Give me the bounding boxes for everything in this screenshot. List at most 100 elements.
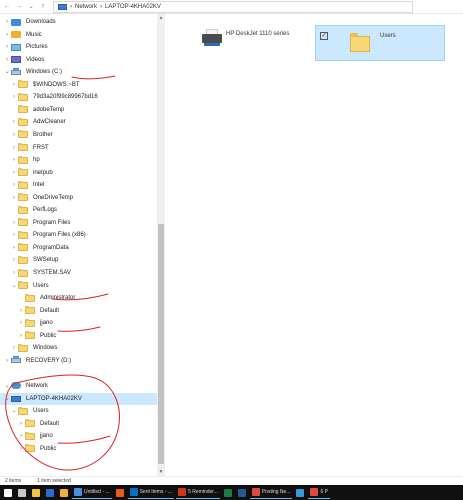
forward-button[interactable]: → (14, 2, 24, 12)
chevron-right-icon[interactable]: › (17, 418, 25, 430)
tree-item[interactable]: › SWSetup (0, 254, 157, 266)
chevron-right-icon[interactable]: › (10, 154, 18, 166)
tree-item[interactable]: › ProgramData (0, 242, 157, 254)
breadcrumb-network[interactable]: Network (75, 4, 97, 10)
folder-icon (25, 306, 35, 315)
back-button[interactable]: ← (2, 2, 12, 12)
chevron-right-icon[interactable] (10, 104, 18, 116)
item-checkbox[interactable]: ✓ (320, 32, 328, 40)
chevron-right-icon[interactable]: › (17, 305, 25, 317)
chevron-right-icon[interactable]: › (10, 192, 18, 204)
taskbar-button[interactable] (58, 486, 70, 499)
chevron-right-icon[interactable]: › (10, 254, 18, 266)
printer-item[interactable]: HP DeskJet 1110 series (202, 25, 302, 61)
chevron-right-icon[interactable]: › (3, 16, 11, 28)
tree-item[interactable]: › RECOVERY (D:) (0, 355, 157, 367)
tree-item[interactable]: › inetpub (0, 167, 157, 179)
chevron-right-icon[interactable]: › (3, 41, 11, 53)
taskbar-button[interactable] (16, 486, 28, 499)
tree-item[interactable]: › Videos (0, 54, 157, 66)
tree-item[interactable]: ⌄ Network (0, 380, 157, 392)
chevron-right-icon[interactable]: › (10, 79, 18, 91)
chevron-right-icon[interactable]: › (10, 179, 18, 191)
address-field[interactable]: › Network › LAPTOP-4KHA02KV (53, 1, 413, 13)
tree-item[interactable]: › $WINDOWS.~BT (0, 79, 157, 91)
tree-item-label: hp (33, 157, 40, 164)
taskbar-button[interactable] (30, 486, 42, 499)
chevron-down-icon[interactable]: ⌄ (3, 393, 11, 405)
tree-item[interactable]: › Windows (0, 342, 157, 354)
tree-item[interactable]: PerfLogs (0, 204, 157, 216)
chevron-right-icon[interactable]: › (10, 267, 18, 279)
navigation-scrollbar[interactable]: ▲ ▼ (157, 14, 165, 476)
scroll-down-arrow-icon[interactable]: ▼ (157, 468, 165, 476)
tree-item[interactable]: › jjano (0, 317, 157, 329)
tree-item[interactable]: adobeTemp (0, 104, 157, 116)
taskbar-button[interactable] (2, 486, 14, 499)
chevron-right-icon[interactable]: › (10, 229, 18, 241)
tree-item[interactable]: ⌄ Windows (C:) (0, 66, 157, 78)
taskbar-button[interactable] (44, 486, 56, 499)
taskbar-button[interactable]: 6 P (308, 486, 330, 499)
chevron-right-icon[interactable]: › (10, 242, 18, 254)
chevron-right-icon[interactable]: › (17, 317, 25, 329)
chevron-right-icon[interactable]: › (10, 91, 18, 103)
taskbar-button[interactable]: Posting Ne... (249, 486, 293, 499)
chevron-right-icon[interactable] (10, 204, 18, 216)
tree-item[interactable]: › Downloads (0, 16, 157, 28)
chevron-down-icon[interactable]: ⌄ (3, 380, 11, 392)
taskbar-button[interactable] (222, 486, 234, 499)
tree-item[interactable]: ⌄ LAPTOP-4KHA02KV (0, 392, 157, 405)
chevron-down-icon[interactable]: ⌄ (10, 280, 18, 292)
taskbar-button[interactable]: Untitled - ... (72, 486, 112, 499)
tree-item[interactable]: › Default (0, 418, 157, 430)
tree-item[interactable]: › AdwCleaner (0, 116, 157, 128)
tree-item[interactable]: › jjano (0, 430, 157, 442)
tree-item[interactable]: › Brother (0, 129, 157, 141)
recent-locations-button[interactable]: ⌄ (26, 2, 36, 12)
chevron-right-icon[interactable]: › (17, 443, 25, 455)
users-folder-item[interactable]: ✓ Users (315, 25, 445, 61)
chevron-right-icon[interactable]: › (10, 342, 18, 354)
tree-item[interactable]: Administrator (0, 292, 157, 304)
chevron-right-icon[interactable]: › (17, 330, 25, 342)
taskbar-button[interactable] (236, 486, 248, 499)
tree-item[interactable]: › Music (0, 29, 157, 41)
tree-item[interactable]: › Program Files (x86) (0, 229, 157, 241)
taskbar-button[interactable] (294, 486, 306, 499)
scrollbar-thumb[interactable] (158, 224, 164, 464)
tree-item[interactable]: › Default (0, 305, 157, 317)
tree-item[interactable]: › 79d3a20f99c89967bd16 (0, 91, 157, 103)
tree-item[interactable]: ⌄ Users (0, 280, 157, 292)
up-button[interactable]: ↑ (38, 2, 48, 12)
tree-item[interactable]: › FRST (0, 142, 157, 154)
tree-item[interactable]: › Public (0, 330, 157, 342)
taskbar-button[interactable] (114, 486, 126, 499)
chevron-right-icon[interactable]: › (3, 29, 11, 41)
chevron-right-icon[interactable]: › (10, 142, 18, 154)
breadcrumb-computer[interactable]: LAPTOP-4KHA02KV (105, 4, 161, 10)
tree-item[interactable]: › Pictures (0, 41, 157, 53)
taskbar-button[interactable]: Sent Items - ... (127, 486, 175, 499)
chevron-right-icon[interactable]: › (10, 167, 18, 179)
tree-item[interactable]: › Program Files (0, 217, 157, 229)
tree-item[interactable]: › Intel (0, 179, 157, 191)
chevron-right-icon[interactable]: › (3, 54, 11, 66)
tree-item[interactable]: › hp (0, 154, 157, 166)
tree-item[interactable]: › SYSTEM.SAV (0, 267, 157, 279)
chevron-right-icon[interactable] (17, 292, 25, 304)
chevron-right-icon[interactable]: › (10, 129, 18, 141)
tree-item-label: jjano (40, 433, 53, 440)
taskbar-button[interactable]: 5 Reminder... (176, 486, 220, 499)
chevron-down-icon[interactable]: ⌄ (10, 405, 18, 417)
tree-item[interactable]: ⌄ Users (0, 405, 157, 417)
scroll-up-arrow-icon[interactable]: ▲ (157, 14, 165, 22)
tree-item[interactable]: › Public (0, 443, 157, 455)
chevron-right-icon[interactable]: › (17, 430, 25, 442)
chevron-down-icon[interactable]: ⌄ (3, 66, 11, 78)
chevron-right-icon[interactable]: › (10, 217, 18, 229)
tree-item[interactable]: › OneDriveTemp (0, 192, 157, 204)
tree-item-label: Music (26, 31, 42, 38)
chevron-right-icon[interactable]: › (10, 116, 18, 128)
chevron-right-icon[interactable]: › (3, 355, 11, 367)
